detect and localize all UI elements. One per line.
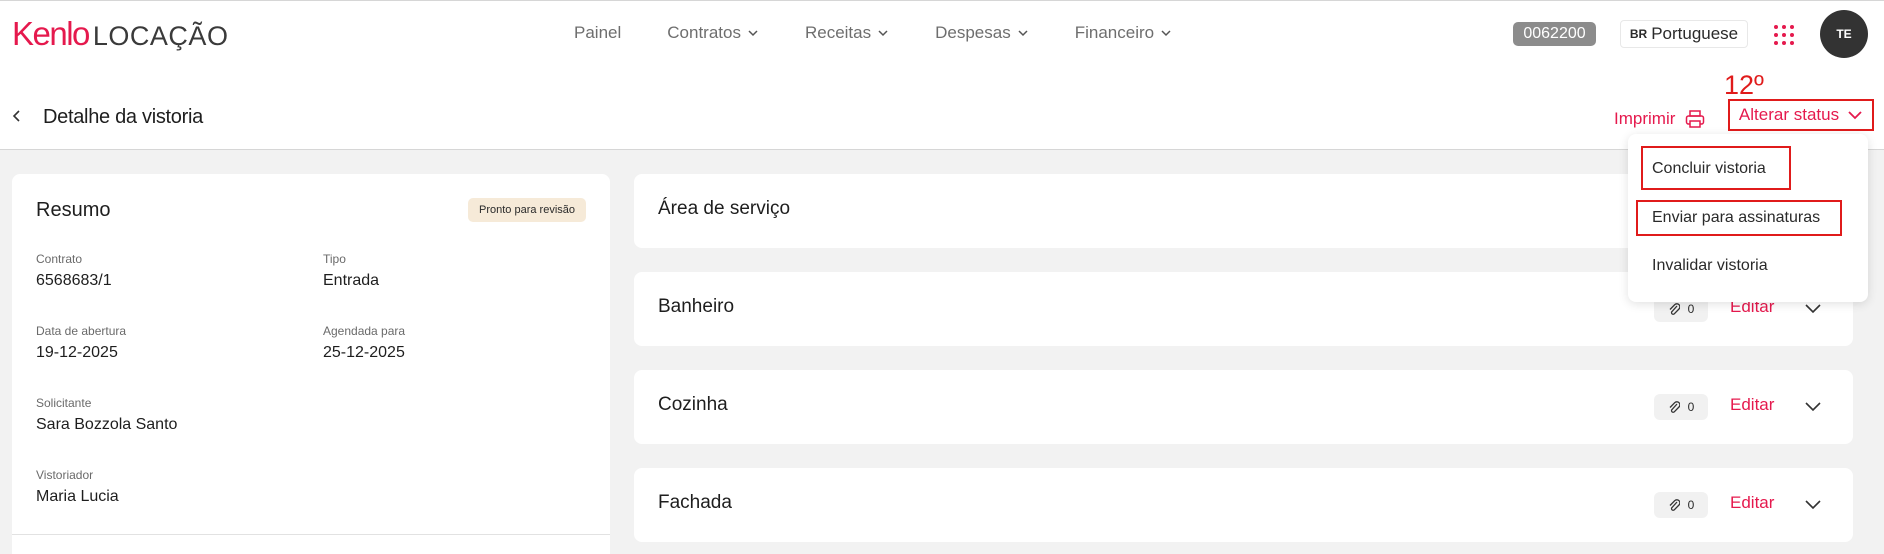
apps-dot bbox=[1782, 25, 1786, 29]
attachments-count: 0 bbox=[1687, 498, 1695, 512]
scheduled-date-value: 25-12-2025 bbox=[323, 344, 405, 361]
room-card[interactable]: Fachada 0 Editar bbox=[634, 468, 1853, 542]
nav-receitas-label: Receitas bbox=[804, 23, 872, 42]
room-name: Área de serviço bbox=[658, 198, 791, 219]
type-value: Entrada bbox=[323, 272, 380, 289]
page-title: Detalhe da vistoria bbox=[43, 106, 203, 128]
back-arrow-icon[interactable] bbox=[10, 109, 24, 123]
account-code-badge: 0062200 bbox=[1513, 22, 1596, 46]
user-avatar[interactable]: TE bbox=[1820, 10, 1868, 58]
nav-contratos[interactable]: Contratos bbox=[667, 23, 759, 43]
printer-icon bbox=[1686, 110, 1705, 128]
nav-receitas[interactable]: Receitas bbox=[805, 23, 889, 43]
contract-value: 6568683/1 bbox=[36, 272, 112, 289]
edit-button[interactable]: Editar bbox=[1730, 395, 1774, 415]
chevron-down-icon bbox=[1161, 30, 1171, 37]
paperclip-icon bbox=[1669, 401, 1680, 413]
summary-card: Resumo Pronto para revisão Contrato 6568… bbox=[12, 174, 610, 554]
chevron-down-icon bbox=[748, 30, 758, 37]
room-name: Cozinha bbox=[658, 394, 728, 415]
room-card[interactable]: Cozinha 0 Editar bbox=[634, 370, 1853, 444]
chevron-down-icon[interactable] bbox=[1804, 498, 1822, 510]
type-label: Tipo bbox=[323, 252, 346, 266]
apps-dot bbox=[1774, 25, 1778, 29]
contract-label: Contrato bbox=[36, 252, 83, 266]
nav-financeiro-label: Financeiro bbox=[1074, 23, 1155, 42]
step-annotation: 12º bbox=[1724, 70, 1764, 100]
apps-dot bbox=[1782, 33, 1786, 37]
inspector-value: Maria Lucia bbox=[36, 488, 119, 505]
apps-dot bbox=[1782, 41, 1786, 45]
chevron-down-icon[interactable] bbox=[1804, 400, 1822, 412]
nav-contratos-label: Contratos bbox=[667, 23, 741, 42]
language-selector[interactable]: BR Portuguese bbox=[1620, 20, 1748, 48]
apps-grid-icon[interactable] bbox=[1774, 25, 1794, 45]
scheduled-date-label: Agendada para bbox=[323, 324, 406, 338]
nav-despesas-label: Despesas bbox=[935, 23, 1011, 42]
edit-button[interactable]: Editar bbox=[1730, 493, 1774, 513]
print-button[interactable]: Imprimir bbox=[1614, 109, 1705, 129]
attachments-badge[interactable]: 0 bbox=[1654, 492, 1708, 518]
print-button-label: Imprimir bbox=[1614, 109, 1676, 128]
language-label: Portuguese bbox=[1651, 24, 1739, 43]
nav-painel-label: Painel bbox=[574, 23, 622, 42]
status-badge: Pronto para revisão bbox=[468, 198, 586, 222]
chevron-down-icon[interactable] bbox=[1804, 302, 1822, 314]
room-name: Fachada bbox=[658, 492, 732, 513]
logo-product-text: LOCAÇÃO bbox=[92, 21, 229, 51]
room-name: Banheiro bbox=[658, 296, 735, 317]
apps-dot bbox=[1774, 41, 1778, 45]
apps-dot bbox=[1790, 25, 1794, 29]
summary-title: Resumo bbox=[36, 199, 111, 221]
chevron-down-icon bbox=[878, 30, 888, 37]
page-header: Detalhe da vistoria 12º Imprimir Alterar… bbox=[0, 66, 1884, 150]
nav-painel[interactable]: Painel bbox=[574, 23, 621, 43]
requester-value: Sara Bozzola Santo bbox=[36, 416, 178, 433]
menu-item-send-signatures[interactable]: Enviar para assinaturas bbox=[1652, 209, 1820, 227]
menu-item-invalidate[interactable]: Invalidar vistoria bbox=[1652, 257, 1768, 275]
chevron-down-icon bbox=[1018, 30, 1028, 37]
main-nav: Painel Contratos Receitas Despesas Finan… bbox=[574, 23, 1172, 43]
apps-dot bbox=[1774, 33, 1778, 37]
opening-date-label: Data de abertura bbox=[36, 324, 127, 338]
paperclip-icon bbox=[1669, 303, 1680, 315]
top-navigation-bar: Kenlo LOCAÇÃO Painel Contratos Receitas … bbox=[0, 0, 1884, 66]
paperclip-icon bbox=[1669, 499, 1680, 511]
chevron-down-icon bbox=[1848, 111, 1862, 120]
status-dropdown-menu: Concluir vistoria Enviar para assinatura… bbox=[1628, 134, 1868, 302]
apps-dot bbox=[1790, 33, 1794, 37]
requester-label: Solicitante bbox=[36, 396, 92, 410]
attachments-count: 0 bbox=[1687, 302, 1695, 316]
change-status-button[interactable]: Alterar status bbox=[1728, 99, 1874, 131]
opening-date-value: 19-12-2025 bbox=[36, 344, 118, 361]
change-status-label: Alterar status bbox=[1738, 105, 1840, 124]
inspector-label: Vistoriador bbox=[36, 468, 94, 482]
nav-despesas[interactable]: Despesas bbox=[935, 23, 1029, 43]
apps-dot bbox=[1790, 41, 1794, 45]
kenlo-logo[interactable]: Kenlo LOCAÇÃO bbox=[12, 15, 229, 52]
logo-kenlo-text: Kenlo bbox=[12, 15, 90, 52]
menu-item-conclude[interactable]: Concluir vistoria bbox=[1652, 160, 1766, 178]
brazil-flag-icon: BR bbox=[1629, 27, 1648, 41]
divider bbox=[12, 534, 610, 535]
attachments-badge[interactable]: 0 bbox=[1654, 394, 1708, 420]
attachments-count: 0 bbox=[1687, 400, 1695, 414]
nav-financeiro[interactable]: Financeiro bbox=[1075, 23, 1172, 43]
